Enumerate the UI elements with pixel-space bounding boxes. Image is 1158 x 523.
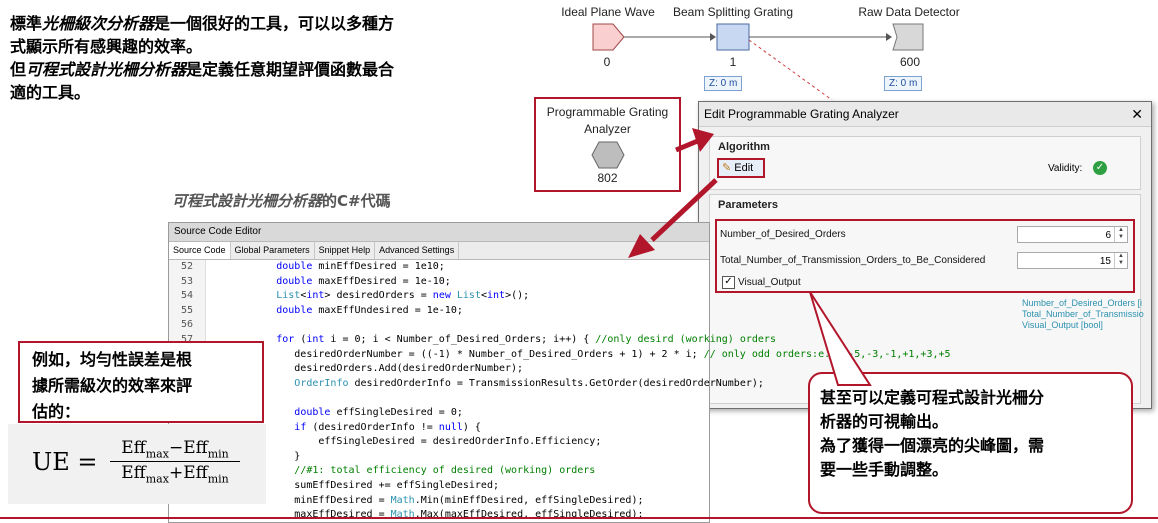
desired-orders-value: 6 bbox=[1105, 230, 1111, 241]
editor-caption-b: 的C#代碼 bbox=[322, 192, 391, 210]
desired-orders-stepper[interactable]: 6 ▲ ▼ bbox=[1017, 226, 1128, 243]
intro-text: 標準光柵級次分析器是一個很好的工具，可以以多種方 式顯示所有感興趣的效率。 但可… bbox=[10, 12, 525, 104]
side-item-visual-output[interactable]: Visual_Output [bool] bbox=[1022, 320, 1103, 331]
param-label-desired-orders: Number_of_Desired_Orders bbox=[720, 229, 846, 240]
algorithm-group: Algorithm ✎ Edit Validity: ✓ bbox=[709, 136, 1141, 190]
intro-line1-a: 標準 bbox=[10, 14, 43, 33]
line-number: 53 bbox=[169, 274, 206, 290]
parameters-label: Parameters bbox=[718, 199, 778, 211]
intro-line3-b: 可程式設計光柵分析器 bbox=[26, 60, 187, 79]
analyzer-name-line2: Analyzer bbox=[584, 122, 631, 136]
intro-line3-a: 但 bbox=[10, 60, 27, 79]
pencil-icon: ✎ bbox=[722, 162, 732, 174]
parameter-editor-box: Number_of_Desired_Orders 6 ▲ ▼ Total_Numb… bbox=[715, 219, 1135, 293]
example-line1: 例如，均勻性誤差是根 bbox=[32, 350, 193, 369]
analyzer-index: 802 bbox=[597, 171, 618, 185]
edit-button-label: Edit bbox=[734, 162, 754, 174]
edit-button[interactable]: ✎ Edit bbox=[717, 158, 765, 178]
code-line: 52 double minEffDesired = 1e10; bbox=[169, 260, 709, 275]
tab-advanced-settings[interactable]: Advanced Settings bbox=[375, 242, 460, 259]
intro-line1-b: 光柵級次分析器 bbox=[42, 14, 155, 33]
parameter-list-panel: Number_of_Desired_Orders [i Total_Number… bbox=[1016, 290, 1158, 360]
example-line2: 據所需級次的效率來評 bbox=[32, 376, 193, 395]
dialog-title: Edit Programmable Grating Analyzer bbox=[704, 107, 899, 121]
uniformity-error-formula: UE = Effmax−Effmin Effmax+Effmin bbox=[8, 424, 266, 504]
example-line3: 估的： bbox=[32, 402, 81, 421]
callout-line2: 析器的可視輸出。 bbox=[820, 412, 949, 431]
side-item-total-orders[interactable]: Total_Number_of_Transmissio bbox=[1022, 309, 1144, 320]
arrow-head bbox=[710, 33, 716, 41]
intro-line3-c: 是定義任意期望評價函數最合 bbox=[186, 60, 395, 79]
editor-caption: 可程式設計光柵分析器的C#代碼 bbox=[172, 190, 391, 211]
grating-z-position[interactable]: Z: 0 m bbox=[704, 76, 743, 91]
detector-z-position[interactable]: Z: 0 m bbox=[884, 76, 923, 91]
stepper-arrows-icon[interactable]: ▲ ▼ bbox=[1114, 227, 1127, 242]
code-line: 55 double maxEffUndesired = 1e-10; bbox=[169, 303, 709, 319]
node-index-600: 600 bbox=[899, 55, 921, 69]
code-line: 54 List<int> desiredOrders = new List<in… bbox=[169, 289, 709, 304]
intro-line1-c: 是一個很好的工具，可以以多種方 bbox=[154, 14, 395, 33]
detector-node[interactable] bbox=[892, 23, 924, 51]
line-number: 55 bbox=[169, 303, 206, 319]
editor-title: Source Code Editor bbox=[169, 223, 709, 242]
dialog-titlebar[interactable]: Edit Programmable Grating Analyzer ✕ bbox=[699, 102, 1151, 127]
bottom-accent-line bbox=[0, 517, 1158, 519]
line-number: 54 bbox=[169, 289, 206, 304]
param-label-total-orders: Total_Number_of_Transmission_Orders_to_B… bbox=[720, 255, 986, 266]
node-index-1: 1 bbox=[729, 55, 737, 69]
flow-diagram bbox=[592, 23, 924, 100]
formula-fraction: Effmax−Effmin Effmax+Effmin bbox=[110, 438, 240, 486]
line-number: 56 bbox=[169, 318, 206, 333]
formula-denominator: Effmax+Effmin bbox=[121, 463, 229, 486]
visual-output-checkbox[interactable]: ✓ bbox=[722, 276, 735, 289]
analyzer-connection bbox=[748, 39, 833, 100]
algorithm-label: Algorithm bbox=[718, 141, 770, 153]
intro-line4: 適的工具。 bbox=[10, 83, 91, 102]
line-number: 52 bbox=[169, 260, 206, 275]
callout-line1: 甚至可以定義可程式設計光柵分 bbox=[820, 388, 1045, 407]
side-item-desired-orders[interactable]: Number_of_Desired_Orders [i bbox=[1022, 298, 1142, 309]
formula-numerator: Effmax−Effmin bbox=[121, 438, 229, 461]
tab-source-code[interactable]: Source Code bbox=[169, 242, 231, 259]
analyzer-node-box[interactable]: Programmable Grating Analyzer 802 bbox=[534, 97, 681, 192]
validity-label: Validity: bbox=[1048, 163, 1083, 174]
visual-output-callout: 甚至可以定義可程式設計光柵分 析器的可視輸出。 為了獲得一個漂亮的尖峰圖，需 要… bbox=[808, 372, 1133, 514]
example-box: 例如，均勻性誤差是根 據所需級次的效率來評 估的： bbox=[18, 341, 264, 423]
total-orders-stepper[interactable]: 15 ▲ ▼ bbox=[1017, 252, 1128, 269]
check-icon: ✓ bbox=[1093, 161, 1107, 175]
tab-global-parameters[interactable]: Global Parameters bbox=[231, 242, 315, 259]
arrow-head bbox=[886, 33, 892, 41]
visual-output-label: Visual_Output bbox=[738, 277, 801, 288]
edit-analyzer-dialog: Edit Programmable Grating Analyzer ✕ Alg… bbox=[698, 101, 1152, 409]
callout-line4: 要一些手動調整。 bbox=[820, 460, 949, 479]
grating-node[interactable] bbox=[716, 23, 750, 51]
formula-lhs: UE = bbox=[32, 448, 98, 476]
code-line: maxEffDesired = Math.Max(maxEffDesired, … bbox=[210, 509, 644, 521]
close-icon[interactable]: ✕ bbox=[1131, 102, 1143, 126]
analyzer-hexagon-icon bbox=[591, 141, 625, 169]
stepper-arrows-icon[interactable]: ▲ ▼ bbox=[1114, 253, 1127, 268]
node-index-0: 0 bbox=[603, 55, 611, 69]
code-line: 53 double maxEffDesired = 1e-10; bbox=[169, 274, 709, 290]
editor-caption-a: 可程式設計光柵分析器 bbox=[172, 192, 323, 210]
fraction-bar bbox=[110, 461, 240, 463]
analyzer-name-line1: Programmable Grating bbox=[546, 105, 669, 119]
callout-line3: 為了獲得一個漂亮的尖峰圖，需 bbox=[820, 436, 1045, 455]
total-orders-value: 15 bbox=[1099, 256, 1111, 267]
editor-tabs: Source Code Global Parameters Snippet He… bbox=[169, 242, 709, 260]
intro-line2: 式顯示所有感興趣的效率。 bbox=[10, 37, 203, 56]
light-source-node[interactable] bbox=[592, 23, 625, 51]
code-line: 56 bbox=[169, 318, 709, 333]
tab-snippet-help[interactable]: Snippet Help bbox=[315, 242, 376, 259]
